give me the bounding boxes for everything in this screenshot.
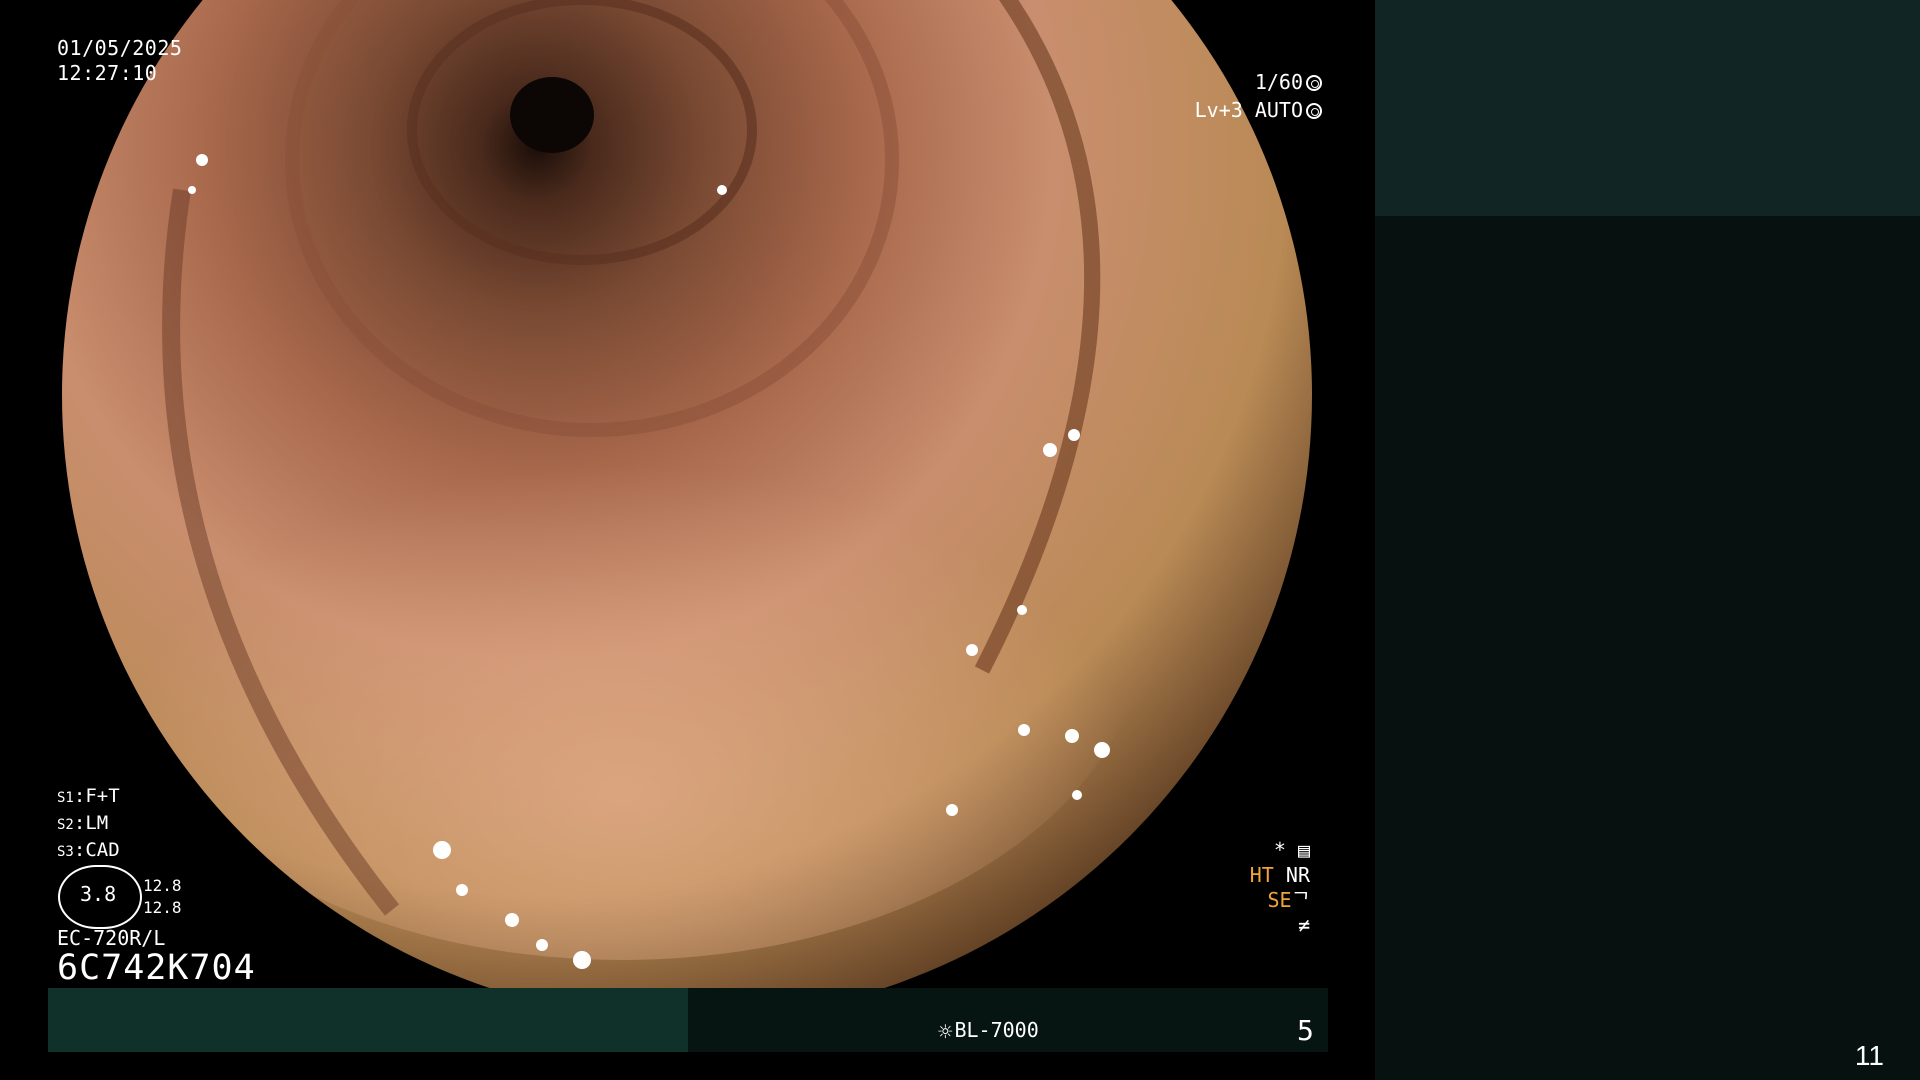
nr-indicator: NR [1285,863,1310,887]
page-number: 11 [1854,1040,1884,1071]
light-source: ☼ BL-7000 [938,1018,1039,1046]
switch-1-value: F+T [85,785,120,807]
switch-2-value: LM [85,812,109,834]
gauge-value: 3.8 [80,882,117,906]
side-panel-header [1375,0,1920,216]
frame-number: 5 [1297,1014,1314,1047]
side-panel-body [1375,216,1920,1080]
structure-icon: ᄀ [1291,888,1310,912]
freeze-icon: ≠ [1297,913,1310,937]
switch-2-key: S2 [57,817,74,833]
time: 12:27:10 [57,61,158,85]
ht-indicator: HT [1249,863,1274,887]
gauge-reading-2: 12.8 [143,898,182,917]
gauge-reading-1: 12.8 [143,876,182,895]
date-time: 01/05/2025 12:27:10 [57,36,182,86]
iris-icon [1306,103,1322,119]
exposure-mode: AUTO [1254,98,1303,122]
endoscopic-image [62,0,1312,1020]
scope-serial: 6C742K704 [57,948,256,988]
image-enhancement-status: * ▤ HT NR SEᄀ ≠ [1230,838,1310,938]
light-source-label: BL-7000 [954,1018,1039,1042]
scope-model: EC-720R/L [57,926,166,950]
scope-switch-settings: S1:F+T S2:LM S3:CAD [57,785,120,861]
switch-1-key: S1 [57,790,74,806]
settings-box-icon: ▤ [1297,838,1310,862]
shutter-icon [1306,75,1322,91]
se-indicator: SE [1267,888,1292,912]
asterisk-icon: * [1273,838,1286,862]
switch-3-value: CAD [85,839,120,861]
exposure-info: 1/60 Lv+3 AUTO [1195,68,1322,124]
switch-3-key: S3 [57,844,74,860]
light-level: Lv+3 [1194,98,1243,122]
bottom-accent-block [48,988,688,1052]
shutter-speed: 1/60 [1254,70,1303,94]
light-source-icon: ☼ [938,1018,953,1046]
endoscopy-screen: 01/05/2025 12:27:10 1/60 Lv+3 AUTO S1:F+… [0,0,1920,1080]
date: 01/05/2025 [57,36,183,60]
